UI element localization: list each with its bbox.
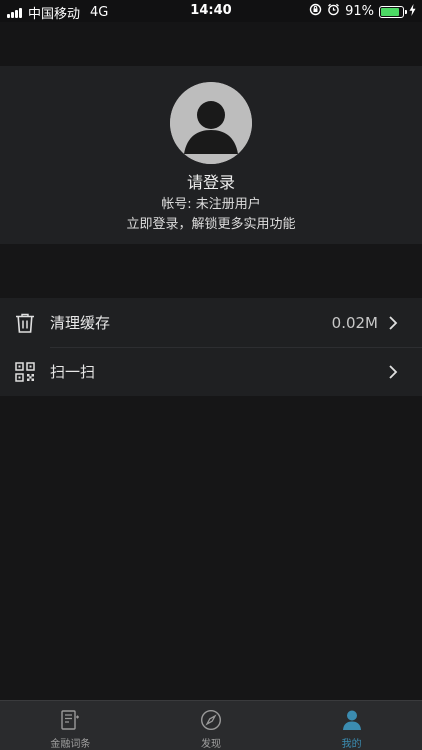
tab-label-dictionary: 金融词条 xyxy=(50,739,91,750)
clear-cache-item[interactable]: 清理缓存 0.02M xyxy=(0,298,422,347)
avatar[interactable] xyxy=(170,82,252,164)
clear-cache-label: 清理缓存 xyxy=(50,314,111,332)
default-avatar-icon xyxy=(170,82,252,164)
nav-area xyxy=(0,22,422,66)
tab-bar: 金融词条 发现 我的 xyxy=(0,700,422,750)
status-bar: 中国移动 4G 14:40 91% xyxy=(0,0,422,22)
tab-label-discover: 发现 xyxy=(201,739,221,750)
login-hint: 立即登录，解锁更多实用功能 xyxy=(126,217,296,232)
battery-icon xyxy=(379,5,407,18)
qr-scan-icon xyxy=(0,347,50,396)
tab-dictionary[interactable]: 金融词条 xyxy=(0,701,141,750)
tab-label-mine: 我的 xyxy=(341,739,362,750)
alarm-icon xyxy=(327,3,340,20)
status-right: 91% xyxy=(309,3,416,20)
chevron-right-icon xyxy=(388,347,412,396)
rotation-lock-icon xyxy=(309,3,322,20)
person-icon xyxy=(340,709,364,731)
charging-icon xyxy=(409,3,416,20)
tab-discover[interactable]: 发现 xyxy=(141,701,282,750)
scan-item[interactable]: 扫一扫 xyxy=(0,347,422,396)
account-text: 帐号: 未注册用户 xyxy=(161,197,261,212)
screen: 中国移动 4G 14:40 91% 请登录 帐号: 未注册用户 立即登录，解锁更… xyxy=(0,0,422,750)
dictionary-icon xyxy=(58,709,82,731)
scan-label: 扫一扫 xyxy=(50,363,96,381)
tab-mine[interactable]: 我的 xyxy=(281,701,422,750)
battery-percent: 91% xyxy=(345,4,374,19)
settings-list: 清理缓存 0.02M 扫一扫 xyxy=(0,298,422,396)
profile-card[interactable]: 请登录 帐号: 未注册用户 立即登录，解锁更多实用功能 xyxy=(0,66,422,244)
compass-icon xyxy=(199,709,223,731)
trash-icon xyxy=(0,298,50,347)
chevron-right-icon xyxy=(388,298,412,347)
cache-size-value: 0.02M xyxy=(331,313,378,332)
login-title[interactable]: 请登录 xyxy=(0,169,422,193)
